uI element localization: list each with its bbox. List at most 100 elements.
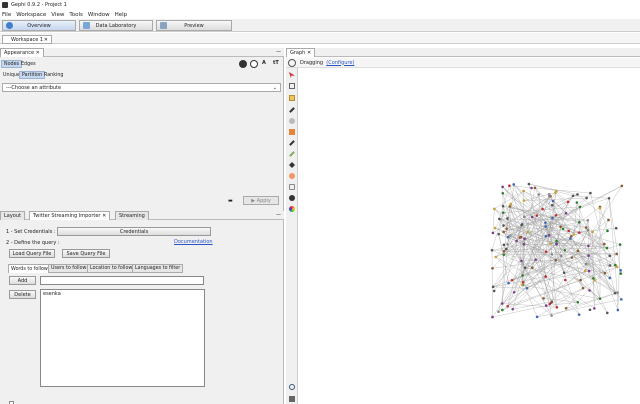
graph-node[interactable] (535, 214, 539, 217)
graph-node[interactable] (550, 300, 554, 304)
preview-button[interactable]: Preview (156, 20, 232, 31)
graph-node[interactable] (547, 233, 551, 237)
graph-node[interactable] (570, 256, 574, 259)
menu-tools[interactable]: Tools (69, 12, 83, 18)
graph-node[interactable] (494, 255, 498, 259)
graph-node[interactable] (535, 315, 539, 319)
graph-node[interactable] (502, 249, 506, 253)
graph-node[interactable] (522, 215, 526, 219)
edge-pencil-green-icon[interactable] (289, 151, 295, 157)
graph-node[interactable] (544, 250, 548, 253)
graph-node[interactable] (506, 217, 509, 220)
word-input[interactable] (40, 276, 204, 285)
graph-node[interactable] (575, 201, 579, 204)
pencil-icon[interactable] (289, 140, 295, 146)
graph-node[interactable] (589, 191, 592, 195)
graph-node[interactable] (605, 311, 609, 315)
graph-node[interactable] (520, 223, 524, 227)
rectangle-select-icon[interactable] (289, 83, 295, 89)
graph-node[interactable] (554, 213, 558, 217)
credentials-button[interactable]: Credentials (57, 227, 211, 236)
close-icon[interactable]: ✕ (36, 50, 40, 56)
graph-node[interactable] (504, 247, 508, 251)
graph-node[interactable] (608, 264, 612, 267)
graph-node[interactable] (502, 230, 505, 234)
graph-node[interactable] (497, 232, 501, 236)
graph-node[interactable] (615, 252, 619, 256)
graph-node[interactable] (618, 243, 622, 246)
graph-node[interactable] (544, 221, 547, 224)
label-size-icon[interactable]: tT (273, 60, 279, 66)
graph-node[interactable] (501, 191, 505, 195)
graph-node[interactable] (506, 243, 509, 246)
graph-node[interactable] (562, 271, 566, 275)
graph-node[interactable] (608, 276, 612, 280)
graph-node[interactable] (530, 266, 534, 270)
graph-node[interactable] (512, 290, 516, 294)
apply-options-icon[interactable]: ▬ (228, 198, 233, 204)
graph-node[interactable] (614, 226, 618, 230)
graph-node[interactable] (620, 184, 624, 188)
graph-node[interactable] (493, 226, 497, 230)
graph-node[interactable] (592, 276, 595, 280)
graph-node[interactable] (561, 227, 565, 231)
graph-node[interactable] (541, 207, 544, 211)
delete-button[interactable]: Delete (9, 290, 36, 299)
ranking-toggle[interactable]: Ranking (42, 71, 65, 79)
graph-node[interactable] (548, 302, 552, 306)
graph-node[interactable] (567, 229, 571, 233)
graph-node[interactable] (550, 203, 554, 207)
graph-node[interactable] (598, 206, 602, 210)
graph-node[interactable] (501, 308, 504, 312)
graph-node[interactable] (605, 246, 609, 250)
graph-node[interactable] (508, 184, 511, 188)
graph-node[interactable] (542, 297, 545, 300)
graph-node[interactable] (510, 278, 514, 282)
graph-node[interactable] (603, 242, 606, 246)
graph-node[interactable] (501, 204, 505, 208)
cursor-icon[interactable] (289, 72, 295, 78)
add-button[interactable]: Add (9, 276, 36, 285)
graph-node[interactable] (509, 202, 513, 206)
graph-node[interactable] (544, 275, 547, 278)
graph-node[interactable] (491, 315, 494, 319)
graph-node[interactable] (506, 304, 509, 308)
graph-node[interactable] (515, 239, 518, 243)
workspace-tab[interactable]: Workspace 1 ✕ (2, 35, 52, 44)
graph-node[interactable] (616, 291, 619, 294)
minimize-icon[interactable]: — (276, 49, 281, 55)
graph-node[interactable] (588, 289, 591, 292)
size-icon[interactable] (250, 60, 258, 68)
graph-node[interactable] (537, 193, 541, 196)
graph-node[interactable] (497, 310, 500, 314)
graph-node[interactable] (587, 244, 590, 248)
overview-button[interactable]: Overview (2, 20, 76, 31)
graph-node[interactable] (492, 289, 496, 293)
graph-node[interactable] (619, 272, 623, 275)
menu-file[interactable]: File (2, 12, 11, 18)
graph-canvas[interactable] (298, 68, 640, 404)
graph-node[interactable] (584, 262, 588, 266)
graph-node[interactable] (493, 207, 496, 211)
label-color-icon[interactable]: A (262, 60, 266, 66)
tab-words-to-follow[interactable]: Words to follow (8, 264, 51, 273)
tab-users-to-follow[interactable]: Users to follow (48, 264, 90, 273)
close-icon[interactable]: ✕ (102, 213, 106, 219)
graph-node[interactable] (620, 298, 623, 301)
graph-node[interactable] (619, 269, 622, 272)
graph-node[interactable] (571, 194, 575, 198)
configure-link[interactable]: (Configure) (326, 60, 354, 66)
tab-streaming[interactable]: Streaming (115, 211, 149, 220)
edit-icon[interactable] (289, 184, 295, 190)
graph-node[interactable] (585, 196, 588, 200)
graph-node[interactable] (564, 306, 568, 310)
graph-node[interactable] (550, 314, 553, 317)
shortest-path-icon[interactable] (289, 162, 295, 168)
graph-node[interactable] (549, 242, 552, 246)
gradient-icon[interactable] (289, 195, 295, 201)
graph-node[interactable] (502, 224, 505, 227)
graph-node[interactable] (578, 205, 582, 209)
graph-node[interactable] (533, 186, 537, 190)
close-icon[interactable]: ✕ (307, 50, 311, 56)
graph-node[interactable] (491, 266, 494, 270)
